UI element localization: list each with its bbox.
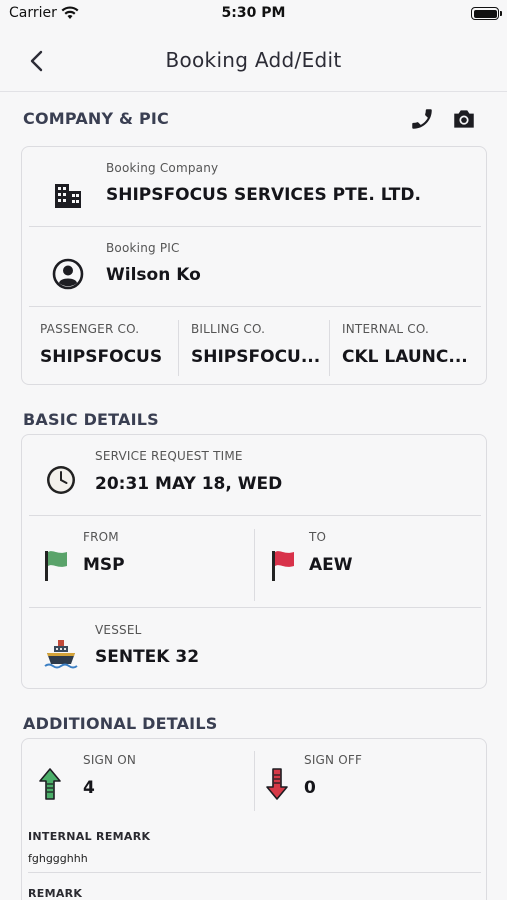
internal-co-value[interactable]: CKL LAUNC... [342, 347, 478, 367]
from-flag-wrap [42, 547, 70, 587]
company-section-header: COMPANY & PIC [23, 109, 169, 128]
user-circle-icon [52, 258, 84, 290]
arrow-down-icon [266, 768, 288, 800]
to-label: TO [309, 530, 327, 544]
service-time-label: SERVICE REQUEST TIME [95, 449, 243, 463]
sign-off-label: SIGN OFF [304, 753, 363, 767]
status-time: 5:30 PM [221, 5, 286, 21]
divider [254, 529, 255, 601]
from-label: FROM [83, 530, 119, 544]
camera-icon [454, 110, 474, 128]
divider [254, 751, 255, 811]
divider [29, 515, 481, 516]
divider [29, 306, 481, 307]
vessel-label: VESSEL [95, 623, 142, 637]
ship-icon [44, 640, 78, 669]
arrow-up-icon [39, 768, 61, 800]
page-title: Booking Add/Edit [165, 48, 342, 72]
phone-icon [412, 109, 432, 129]
ship-icon-wrap [44, 638, 78, 674]
divider [178, 320, 179, 376]
battery-icon [471, 7, 502, 20]
billing-co-label: BILLING CO. [191, 322, 266, 336]
phone-button[interactable] [409, 106, 435, 132]
clock-icon [47, 466, 75, 494]
camera-button[interactable] [451, 106, 477, 132]
from-value[interactable]: MSP [83, 555, 243, 575]
divider [329, 320, 330, 376]
sign-on-label: SIGN ON [83, 753, 137, 767]
flag-icon [272, 551, 294, 581]
building-icon [55, 184, 81, 208]
internal-remark-value[interactable]: fghggghhh [28, 852, 88, 865]
sign-on-value[interactable]: 4 [83, 778, 233, 798]
sign-off-value[interactable]: 0 [304, 778, 454, 798]
additional-details-card: SIGN ON 4 SIGN OFF 0 INTERNAL REMARK fgh… [21, 738, 487, 900]
flag-icon [45, 551, 67, 581]
internal-remark-label: INTERNAL REMARK [28, 830, 151, 843]
divider [29, 607, 481, 608]
to-flag-wrap [269, 547, 297, 587]
remark-label: REMARK [28, 887, 83, 900]
basic-details-card: SERVICE REQUEST TIME 20:31 MAY 18, WED F… [21, 434, 487, 689]
internal-co-label: INTERNAL CO. [342, 322, 430, 336]
sign-off-icon-wrap [265, 767, 289, 805]
passenger-co-value[interactable]: SHIPSFOCUS [40, 347, 175, 367]
divider [29, 226, 481, 227]
service-time-value[interactable]: 20:31 MAY 18, WED [95, 474, 475, 494]
passenger-co-label: PASSENGER CO. [40, 322, 140, 336]
additional-section-header: ADDITIONAL DETAILS [23, 714, 218, 733]
pic-icon-wrap [52, 258, 84, 294]
divider [28, 872, 481, 873]
booking-company-label: Booking Company [106, 161, 219, 175]
company-card: Booking Company SHIPSFOCUS SERVICES PTE.… [21, 146, 487, 385]
vessel-value[interactable]: SENTEK 32 [95, 647, 475, 667]
billing-co-value[interactable]: SHIPSFOCU... [191, 347, 327, 367]
to-value[interactable]: AEW [309, 555, 469, 575]
booking-pic-label: Booking PIC [106, 241, 180, 255]
booking-pic-value[interactable]: Wilson Ko [106, 265, 476, 285]
status-bar: Carrier 5:30 PM [0, 0, 507, 28]
basic-section-header: BASIC DETAILS [23, 410, 159, 429]
sign-on-icon-wrap [38, 767, 62, 805]
nav-bar: Booking Add/Edit [0, 28, 507, 92]
booking-company-row[interactable] [52, 178, 84, 214]
clock-icon-wrap [45, 464, 77, 500]
booking-company-value[interactable]: SHIPSFOCUS SERVICES PTE. LTD. [106, 185, 476, 205]
